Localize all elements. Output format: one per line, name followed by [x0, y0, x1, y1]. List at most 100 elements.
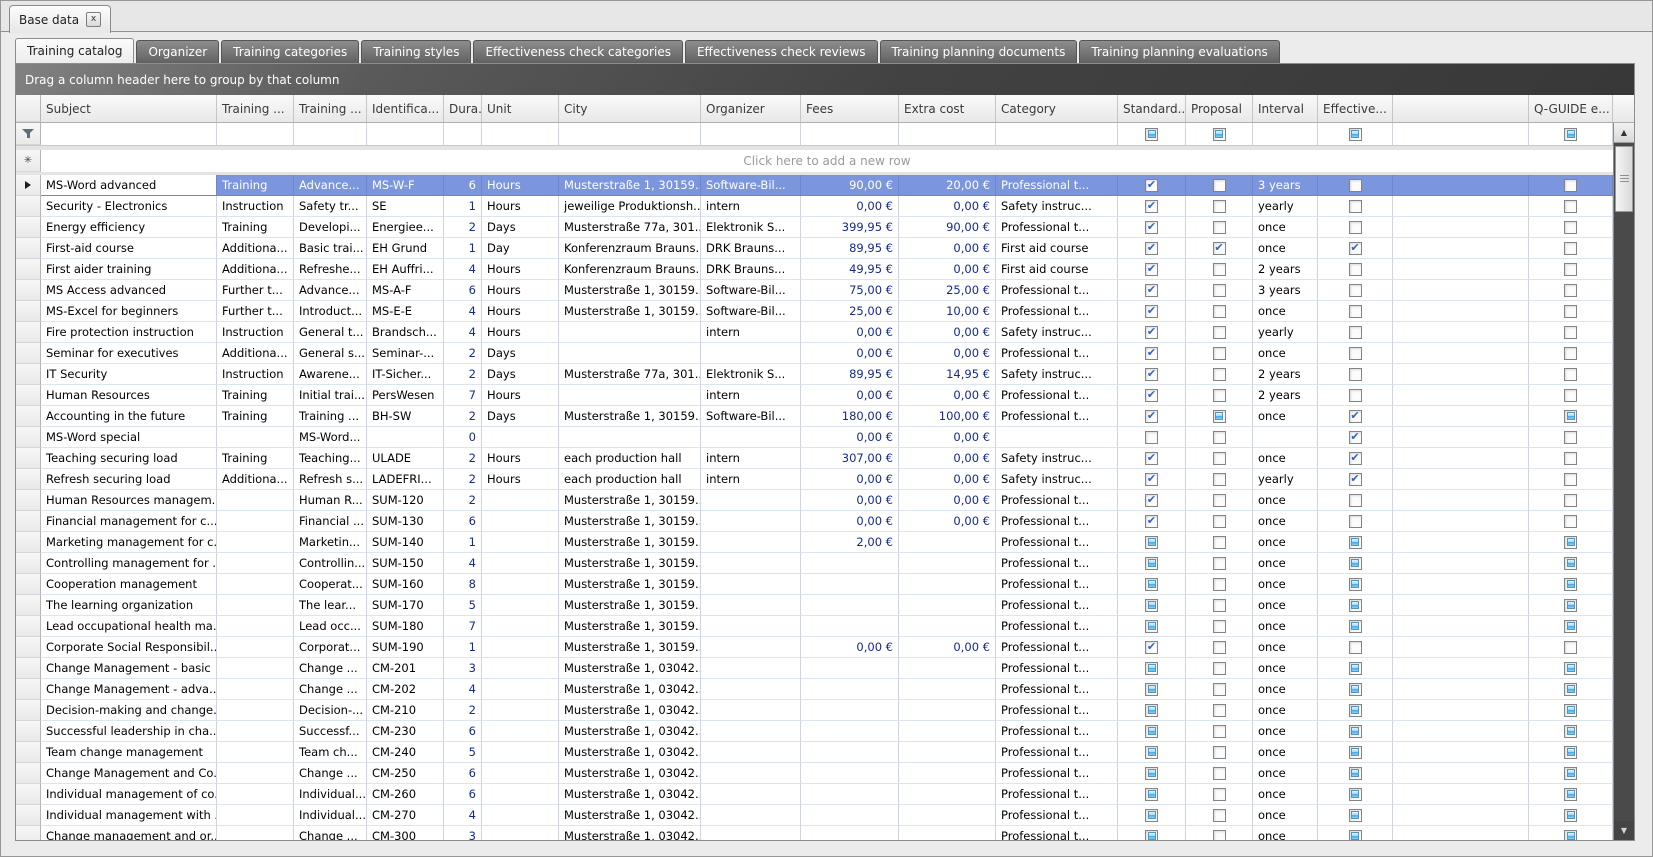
- cell-extra[interactable]: [899, 532, 996, 553]
- cell-blank[interactable]: [1393, 595, 1529, 616]
- cell-std[interactable]: [1118, 427, 1186, 448]
- eff-checkbox-unchecked[interactable]: [1349, 221, 1362, 234]
- cell-subject[interactable]: Change Management - adva...: [41, 679, 217, 700]
- cell-cat[interactable]: Professional t...: [996, 175, 1118, 196]
- cell-extra[interactable]: [899, 721, 996, 742]
- cell-extra[interactable]: 0,00 €: [899, 238, 996, 259]
- cell-extra[interactable]: 0,00 €: [899, 511, 996, 532]
- cell-eff[interactable]: [1318, 532, 1393, 553]
- table-row[interactable]: Change Management - adva...Change ...CM-…: [16, 679, 1613, 700]
- cell-extra[interactable]: 0,00 €: [899, 637, 996, 658]
- scroll-up-icon[interactable]: ▲: [1614, 123, 1634, 143]
- cell-blank[interactable]: [1393, 784, 1529, 805]
- cell-extra[interactable]: [899, 805, 996, 826]
- cell-qg[interactable]: [1529, 385, 1613, 406]
- prop-checkbox-unchecked[interactable]: [1213, 704, 1226, 717]
- cell-qg[interactable]: [1529, 721, 1613, 742]
- cell-interval[interactable]: yearly: [1253, 469, 1318, 490]
- prop-checkbox-unchecked[interactable]: [1213, 473, 1226, 486]
- row-indicator[interactable]: [16, 511, 41, 532]
- cell-unit[interactable]: [482, 721, 559, 742]
- cell-qg[interactable]: [1529, 763, 1613, 784]
- cell-extra[interactable]: [899, 574, 996, 595]
- cell-extra[interactable]: [899, 784, 996, 805]
- cell-subject[interactable]: Seminar for executives: [41, 343, 217, 364]
- row-indicator[interactable]: [16, 532, 41, 553]
- prop-checkbox-unchecked[interactable]: [1213, 326, 1226, 339]
- row-indicator[interactable]: [16, 259, 41, 280]
- cell-eff[interactable]: [1318, 826, 1393, 840]
- prop-checkbox-unchecked[interactable]: [1213, 305, 1226, 318]
- cell-dur[interactable]: 2: [444, 469, 482, 490]
- cell-type[interactable]: [217, 763, 294, 784]
- table-row[interactable]: Fire protection instructionInstructionGe…: [16, 322, 1613, 343]
- std-checkbox-checked[interactable]: ✔: [1145, 284, 1158, 297]
- cell-type[interactable]: [217, 784, 294, 805]
- cell-interval[interactable]: once: [1253, 784, 1318, 805]
- cell-unit[interactable]: Days: [482, 217, 559, 238]
- prop-checkbox-unchecked[interactable]: [1213, 788, 1226, 801]
- cell-prop[interactable]: [1186, 448, 1253, 469]
- prop-checkbox-unchecked[interactable]: [1213, 431, 1226, 444]
- cell-style[interactable]: Marketin...: [294, 532, 367, 553]
- cell-city[interactable]: Musterstraße 1, 03042...: [559, 721, 701, 742]
- cell-city[interactable]: Musterstraße 1, 03042...: [559, 700, 701, 721]
- cell-std[interactable]: ✔: [1118, 301, 1186, 322]
- cell-std[interactable]: ✔: [1118, 469, 1186, 490]
- cell-prop[interactable]: [1186, 301, 1253, 322]
- table-row[interactable]: Controlling management for ...Controllin…: [16, 553, 1613, 574]
- table-row[interactable]: Security - ElectronicsInstructionSafety …: [16, 196, 1613, 217]
- cell-ident[interactable]: CM-230: [367, 721, 444, 742]
- cell-dur[interactable]: 4: [444, 259, 482, 280]
- prop-checkbox-unchecked[interactable]: [1213, 620, 1226, 633]
- cell-prop[interactable]: [1186, 532, 1253, 553]
- cell-city[interactable]: Musterstraße 1, 03042...: [559, 658, 701, 679]
- cell-extra[interactable]: 0,00 €: [899, 343, 996, 364]
- cell-prop[interactable]: [1186, 595, 1253, 616]
- std-checkbox-checked[interactable]: ✔: [1145, 242, 1158, 255]
- filter-cell-eff[interactable]: [1318, 123, 1393, 145]
- cell-fees[interactable]: 25,00 €: [801, 301, 899, 322]
- row-indicator[interactable]: [16, 679, 41, 700]
- cell-style[interactable]: Teaching...: [294, 448, 367, 469]
- cell-dur[interactable]: 4: [444, 679, 482, 700]
- cell-dur[interactable]: 1: [444, 532, 482, 553]
- cell-blank[interactable]: [1393, 238, 1529, 259]
- cell-dur[interactable]: 2: [444, 490, 482, 511]
- filter-cell-org[interactable]: [701, 123, 801, 145]
- cell-type[interactable]: Further t...: [217, 301, 294, 322]
- cell-type[interactable]: Training: [217, 406, 294, 427]
- cell-type[interactable]: Training: [217, 448, 294, 469]
- cell-org[interactable]: intern: [701, 385, 801, 406]
- filter-cell-prop[interactable]: [1186, 123, 1253, 145]
- cell-subject[interactable]: Controlling management for ...: [41, 553, 217, 574]
- tab-organizer[interactable]: Organizer: [136, 40, 219, 63]
- cell-dur[interactable]: 1: [444, 238, 482, 259]
- qg-checkbox-unchecked[interactable]: [1564, 494, 1577, 507]
- filter-row[interactable]: [16, 123, 1613, 146]
- cell-ident[interactable]: CM-250: [367, 763, 444, 784]
- tab-training-styles[interactable]: Training styles: [361, 40, 471, 63]
- cell-blank[interactable]: [1393, 259, 1529, 280]
- cell-fees[interactable]: 180,00 €: [801, 406, 899, 427]
- cell-interval[interactable]: once: [1253, 490, 1318, 511]
- table-row[interactable]: Marketing management for c...Marketin...…: [16, 532, 1613, 553]
- cell-interval[interactable]: once: [1253, 574, 1318, 595]
- cell-eff[interactable]: [1318, 217, 1393, 238]
- col-header-prop[interactable]: Proposal: [1186, 95, 1253, 122]
- cell-interval[interactable]: [1253, 427, 1318, 448]
- cell-type[interactable]: Additiona...: [217, 343, 294, 364]
- filter-std-checkbox-null[interactable]: [1145, 128, 1158, 141]
- cell-prop[interactable]: [1186, 805, 1253, 826]
- table-row[interactable]: Lead occupational health ma...Lead occ..…: [16, 616, 1613, 637]
- qg-checkbox-unchecked[interactable]: [1564, 452, 1577, 465]
- cell-ident[interactable]: Energiee...: [367, 217, 444, 238]
- std-checkbox-checked[interactable]: ✔: [1145, 200, 1158, 213]
- cell-cat[interactable]: Professional t...: [996, 595, 1118, 616]
- table-row-selected[interactable]: MS-Word advancedTrainingAdvance...MS-W-F…: [16, 175, 1613, 196]
- tab-effectiveness-check-categories[interactable]: Effectiveness check categories: [473, 40, 683, 63]
- cell-org[interactable]: [701, 532, 801, 553]
- cell-subject[interactable]: Fire protection instruction: [41, 322, 217, 343]
- cell-unit[interactable]: Hours: [482, 385, 559, 406]
- cell-prop[interactable]: [1186, 196, 1253, 217]
